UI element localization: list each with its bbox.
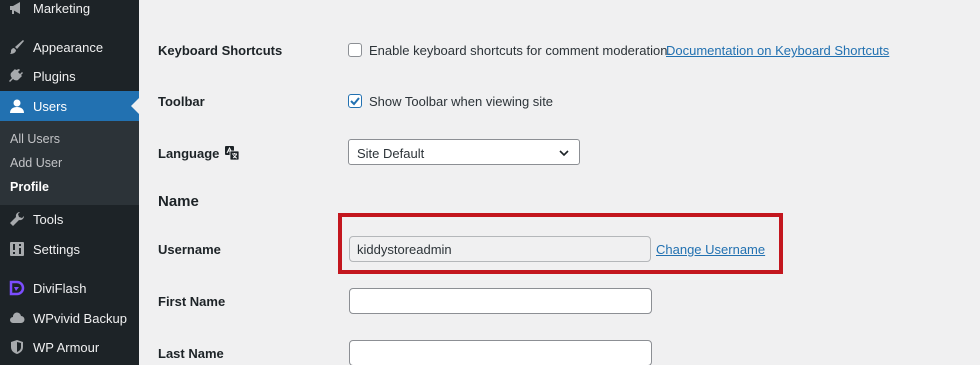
sidebar-item-users[interactable]: Users (0, 91, 139, 121)
sidebar-item-plugins[interactable]: Plugins (0, 61, 139, 91)
first-name-label: First Name (158, 294, 226, 309)
submenu-profile[interactable]: Profile (10, 180, 49, 194)
sidebar-item-wp-armour[interactable]: WP Armour (0, 332, 139, 362)
sidebar-item-label: Plugins (33, 68, 76, 84)
checkmark-icon (350, 97, 360, 106)
diviflash-icon (7, 278, 27, 298)
language-select[interactable]: Site Default (348, 139, 580, 165)
submenu-add-user[interactable]: Add User (10, 156, 62, 170)
sidebar-item-label: DiviFlash (33, 280, 87, 296)
language-label-text: Language (158, 146, 220, 161)
username-highlight-box (338, 213, 783, 274)
last-name-label: Last Name (158, 346, 224, 361)
sidebar-item-label: Settings (33, 241, 80, 257)
keyboard-shortcuts-text: Enable keyboard shortcuts for comment mo… (369, 43, 672, 58)
cloud-icon (7, 308, 27, 328)
last-name-field[interactable] (349, 340, 652, 365)
megaphone-icon (7, 0, 27, 18)
sidebar-item-label: Users (33, 98, 67, 114)
plug-icon (7, 66, 27, 86)
toolbar-checkbox[interactable] (348, 94, 362, 108)
translation-icon (225, 146, 240, 161)
chevron-down-icon (559, 150, 569, 157)
sidebar-item-label: WP Armour (33, 339, 100, 355)
username-label: Username (158, 242, 221, 257)
sidebar-item-wpvivid-backup[interactable]: WPvivid Backup (0, 303, 139, 333)
settings-icon (7, 239, 27, 259)
toolbar-label: Toolbar (158, 94, 205, 109)
name-section-title: Name (158, 193, 199, 210)
sidebar-item-label: Marketing (33, 0, 91, 16)
sidebar-item-marketing[interactable]: Marketing (0, 0, 139, 23)
sidebar-item-tools[interactable]: Tools (0, 204, 139, 234)
language-label: Language (158, 145, 240, 161)
shield-icon (7, 337, 27, 357)
admin-sidebar: Marketing Appearance Plugins Users All U… (0, 0, 139, 365)
keyboard-shortcuts-checkbox[interactable] (348, 43, 362, 57)
first-name-field[interactable] (349, 288, 652, 314)
submenu-all-users[interactable]: All Users (10, 132, 60, 146)
users-submenu: All Users Add User Profile (0, 121, 139, 205)
sidebar-item-settings[interactable]: Settings (0, 234, 139, 264)
keyboard-shortcuts-doc-link[interactable]: Documentation on Keyboard Shortcuts (666, 43, 889, 58)
user-icon (7, 96, 27, 116)
language-select-value: Site Default (357, 146, 425, 161)
sidebar-item-diviflash[interactable]: DiviFlash (0, 273, 139, 303)
wrench-icon (7, 209, 27, 229)
sidebar-item-label: Appearance (33, 39, 104, 55)
toolbar-text: Show Toolbar when viewing site (369, 94, 554, 109)
sidebar-item-label: WPvivid Backup (33, 310, 127, 326)
keyboard-shortcuts-label: Keyboard Shortcuts (158, 43, 283, 58)
paintbrush-icon (7, 37, 27, 57)
sidebar-item-appearance[interactable]: Appearance (0, 32, 139, 62)
sidebar-item-label: Tools (33, 211, 64, 227)
